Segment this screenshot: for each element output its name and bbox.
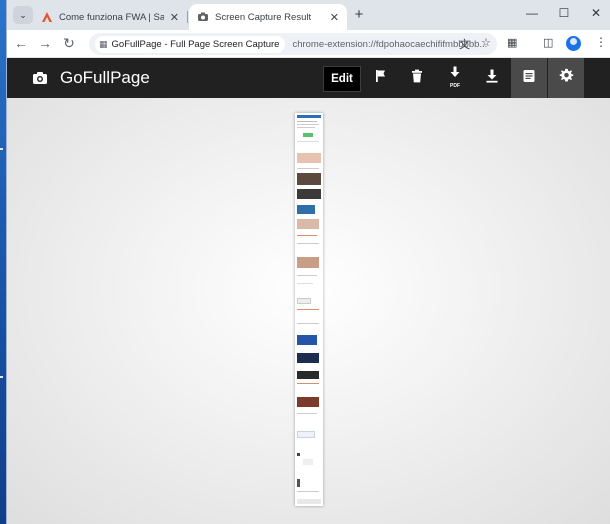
capture-result-area xyxy=(7,98,610,524)
tab-separator xyxy=(187,11,188,23)
preview-line xyxy=(297,275,317,276)
preview-line xyxy=(297,121,317,122)
preview-image xyxy=(297,189,321,199)
preview-line xyxy=(297,413,317,414)
preview-image xyxy=(297,397,319,407)
extensions-puzzle-icon[interactable]: ▦ xyxy=(507,36,517,49)
preview-line xyxy=(297,141,319,142)
preview-line xyxy=(297,383,319,384)
preview-line xyxy=(297,283,313,284)
extension-icon: ▦ xyxy=(99,38,108,49)
preview-dot xyxy=(297,453,300,456)
site-chip-label: GoFullPage - Full Page Screen Capture xyxy=(111,38,280,50)
preview-image xyxy=(297,205,315,214)
maximize-button[interactable]: ☐ xyxy=(549,6,579,20)
forward-button[interactable]: → xyxy=(36,35,54,51)
reload-icon: ↻ xyxy=(63,35,75,51)
close-icon: ✕ xyxy=(590,6,602,20)
preview-box xyxy=(303,459,313,465)
preview-line xyxy=(297,491,319,492)
salvatore-aranzulla-favicon xyxy=(41,11,53,23)
preview-image xyxy=(297,219,319,229)
close-window-button[interactable]: ✕ xyxy=(581,6,610,20)
preview-box xyxy=(297,431,315,438)
tab-search-button[interactable]: ⌄ xyxy=(13,6,33,24)
pdf-badge: PDF xyxy=(450,83,460,89)
preview-image xyxy=(297,335,317,345)
address-bar[interactable]: ▦ GoFullPage - Full Page Screen Capture … xyxy=(89,33,497,55)
gofullpage-app-bar: GoFullPage Edit PDF xyxy=(7,58,610,98)
edit-button[interactable]: Edit xyxy=(323,66,361,92)
preview-line xyxy=(297,168,319,169)
download-icon xyxy=(485,69,499,88)
camera-icon xyxy=(31,69,49,87)
preview-line xyxy=(297,243,319,244)
notes-icon xyxy=(522,69,536,88)
side-panel-icon[interactable]: ◫ xyxy=(543,36,553,49)
preview-footer-block xyxy=(297,499,321,504)
capture-thumbnail[interactable] xyxy=(295,113,323,506)
settings-icon xyxy=(559,68,574,88)
new-tab-button[interactable]: + xyxy=(350,6,368,23)
delete-button[interactable] xyxy=(399,58,435,98)
preview-header-block xyxy=(297,115,321,118)
maximize-icon: ☐ xyxy=(558,6,570,20)
download-pdf-icon xyxy=(448,66,462,85)
tab-title: Screen Capture Result xyxy=(215,11,312,23)
trash-icon xyxy=(410,69,424,88)
flag-button[interactable] xyxy=(363,58,399,98)
desktop-mark xyxy=(0,376,3,378)
tab-come-funziona-fwa[interactable]: Come funziona FWA | Salvatore ✕ xyxy=(33,4,187,30)
minimize-button[interactable]: — xyxy=(517,6,547,20)
preview-green-button xyxy=(303,133,313,137)
reload-button[interactable]: ↻ xyxy=(60,35,78,52)
app-title: GoFullPage xyxy=(60,68,150,87)
plus-icon: + xyxy=(354,6,364,23)
notes-button[interactable] xyxy=(511,58,547,98)
chevron-down-icon: ⌄ xyxy=(19,9,27,20)
arrow-left-icon: ← xyxy=(14,35,28,51)
profile-avatar[interactable] xyxy=(566,36,581,51)
menu-kebab-icon[interactable]: ⋮ xyxy=(595,35,607,49)
back-button[interactable]: ← xyxy=(12,35,30,51)
desktop-mark xyxy=(0,148,3,150)
close-icon[interactable]: ✕ xyxy=(330,11,339,24)
site-info-chip[interactable]: ▦ GoFullPage - Full Page Screen Capture xyxy=(95,35,286,53)
camera-icon xyxy=(197,11,209,23)
download-pdf-button[interactable]: PDF xyxy=(437,58,473,98)
browser-window: ⌄ Come funziona FWA | Salvatore ✕ Screen… xyxy=(6,0,610,524)
preview-image xyxy=(297,353,319,363)
arrow-right-icon: → xyxy=(38,35,52,51)
close-icon[interactable]: ✕ xyxy=(170,11,179,24)
settings-button[interactable] xyxy=(548,58,584,98)
flag-icon xyxy=(374,69,388,88)
preview-line xyxy=(297,235,317,236)
preview-image xyxy=(297,173,321,185)
tab-title: Come funziona FWA | Salvatore xyxy=(59,11,164,23)
preview-box xyxy=(297,298,311,304)
browser-toolbar: ← → ↻ ▦ GoFullPage - Full Page Screen Ca… xyxy=(7,30,610,58)
preview-line xyxy=(297,309,319,310)
tab-strip: ⌄ Come funziona FWA | Salvatore ✕ Screen… xyxy=(7,0,610,30)
bookmark-star-icon[interactable]: ☆ xyxy=(481,36,491,49)
preview-mark xyxy=(297,479,300,487)
translate-icon[interactable]: 文 xyxy=(459,36,470,52)
download-button[interactable] xyxy=(474,58,510,98)
tab-screen-capture-result[interactable]: Screen Capture Result ✕ xyxy=(189,4,347,30)
preview-image xyxy=(297,371,319,379)
preview-image xyxy=(297,257,319,268)
preview-line xyxy=(297,127,315,128)
minimize-icon: — xyxy=(526,6,538,20)
preview-image xyxy=(297,153,321,163)
preview-line xyxy=(297,323,319,324)
preview-line xyxy=(297,124,319,125)
